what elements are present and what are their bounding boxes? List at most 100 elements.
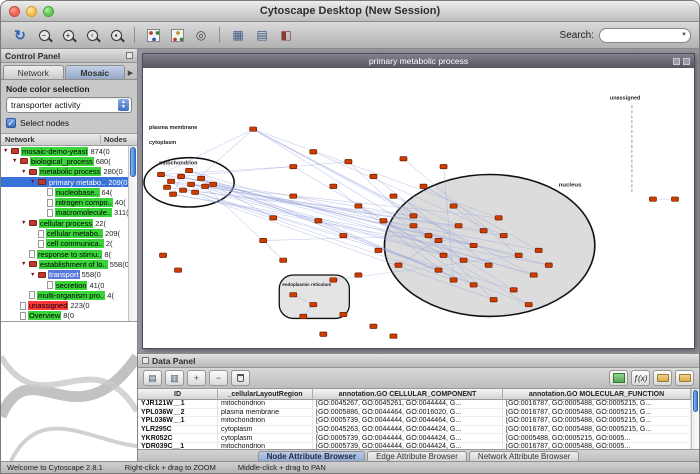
network-canvas[interactable]: plasma membranecytoplasmmitochondrionnuc… — [143, 68, 694, 348]
region-nucleus[interactable] — [384, 174, 594, 316]
refresh-button[interactable]: ↻ — [9, 25, 31, 46]
tree-row-cell-communica[interactable]: cell communica..2( — [1, 239, 128, 249]
graph-node[interactable] — [480, 229, 487, 233]
save-folder-button[interactable] — [675, 370, 694, 386]
search-combo[interactable]: ▼ — [599, 28, 691, 43]
graph-node[interactable] — [671, 197, 678, 201]
network-frame-titlebar[interactable]: primary metabolic process — [143, 54, 694, 68]
expand-arrow-icon[interactable]: ▼ — [3, 148, 11, 154]
table-row[interactable]: YKR052Ccytoplasm[GO:0005739, GO:0044444,… — [138, 434, 691, 443]
network-modify-button[interactable] — [166, 25, 188, 46]
graph-node[interactable] — [310, 150, 317, 154]
tree-scrollbar-thumb[interactable] — [130, 147, 136, 177]
formula-builder-button[interactable]: ƒ(x) — [631, 370, 650, 386]
table-row[interactable]: YDR039C__1mitochondrion[GO:0005739, GO:0… — [138, 443, 691, 449]
new-attribute-button[interactable]: + — [187, 370, 206, 386]
attribute-layout-button[interactable]: ▤ — [251, 25, 273, 46]
graph-node[interactable] — [188, 182, 195, 186]
grid-layout-button[interactable]: ▦ — [227, 25, 249, 46]
graph-node[interactable] — [425, 233, 432, 237]
expand-arrow-icon[interactable]: ▼ — [30, 272, 38, 278]
graph-node[interactable] — [345, 159, 352, 163]
tab-overflow-icon[interactable]: ▶ — [126, 69, 135, 79]
graph-node[interactable] — [330, 278, 337, 282]
graph-node[interactable] — [435, 268, 442, 272]
graph-node[interactable] — [290, 293, 297, 297]
column-header-nodes[interactable]: Nodes — [101, 135, 137, 144]
zoom-out-button[interactable]: − — [33, 25, 55, 46]
tree-row-multi-organism-pro[interactable]: multi-organism pro..4( — [1, 290, 128, 300]
column-header-network[interactable]: Network — [1, 135, 101, 144]
graph-node[interactable] — [435, 238, 442, 242]
tree-row-primary-metabo[interactable]: ▼primary metabo..209(0 — [1, 177, 128, 187]
graph-node[interactable] — [270, 216, 277, 220]
tree-row-cellular-metabo[interactable]: cellular metabo..209( — [1, 228, 128, 238]
zoom-button[interactable] — [43, 6, 54, 17]
birdseye-button[interactable]: ◎ — [190, 25, 212, 46]
graph-node[interactable] — [495, 216, 502, 220]
tree-row-biological-process[interactable]: ▼biological_process680( — [1, 156, 128, 166]
column-header[interactable]: ID — [138, 389, 218, 399]
dropdown-arrows-icon[interactable]: ▲▼ — [118, 99, 129, 111]
zoom-fit-button[interactable]: ▪ — [105, 25, 127, 46]
tree-scrollbar[interactable] — [128, 146, 137, 321]
tab-network[interactable]: Network — [3, 65, 64, 79]
graph-node[interactable] — [390, 194, 397, 198]
tree-row-unassigned[interactable]: unassigned223(0 — [1, 300, 128, 310]
graph-node[interactable] — [420, 184, 427, 188]
graph-node[interactable] — [310, 302, 317, 306]
expand-arrow-icon[interactable]: ▼ — [21, 220, 29, 226]
graph-node[interactable] — [260, 238, 267, 242]
graph-node[interactable] — [510, 288, 517, 292]
table-row[interactable]: YLR295Ccytoplasm[GO:0045263, GO:0044444,… — [138, 426, 691, 435]
float-data-panel-icon[interactable] — [142, 357, 149, 364]
tree-row-cellular-process[interactable]: ▼cellular process22( — [1, 218, 128, 228]
graph-node[interactable] — [470, 283, 477, 287]
graph-node[interactable] — [340, 312, 347, 316]
graph-node[interactable] — [186, 168, 193, 172]
zoom-region-button[interactable]: ▫ — [81, 25, 103, 46]
graph-node[interactable] — [400, 157, 407, 161]
graph-node[interactable] — [355, 273, 362, 277]
tree-row-transport[interactable]: ▼transport558(0 — [1, 270, 128, 280]
graph-node[interactable] — [164, 185, 171, 189]
expand-arrow-icon[interactable]: ▼ — [12, 158, 20, 164]
window-titlebar[interactable]: Cytoscape Desktop (New Session) — [1, 1, 699, 22]
graph-node[interactable] — [649, 197, 656, 201]
graph-node[interactable] — [170, 192, 177, 196]
graph-node[interactable] — [175, 268, 182, 272]
expand-arrow-icon[interactable]: ▼ — [21, 261, 29, 267]
graph-node[interactable] — [470, 243, 477, 247]
vizmapper-button[interactable]: ◧ — [275, 25, 297, 46]
import-table-button[interactable] — [609, 370, 628, 386]
tree-row-secretion[interactable]: secretion41(0 — [1, 280, 128, 290]
maximize-frame-icon[interactable] — [683, 58, 690, 65]
network-overview-button[interactable] — [142, 25, 164, 46]
graph-node[interactable] — [340, 233, 347, 237]
graph-node[interactable] — [178, 174, 185, 178]
delete-attribute-button[interactable]: − — [209, 370, 228, 386]
birdseye-panel[interactable] — [1, 322, 137, 461]
graph-node[interactable] — [440, 253, 447, 257]
graph-node[interactable] — [158, 172, 165, 176]
graph-node[interactable] — [355, 204, 362, 208]
table-row[interactable]: YPL036W__2plasma membrane[GO:0005886, GO… — [138, 409, 691, 418]
graph-node[interactable] — [320, 332, 327, 336]
graph-node[interactable] — [500, 233, 507, 237]
column-header[interactable]: _cellularLayoutRegion — [218, 389, 313, 399]
graph-node[interactable] — [160, 253, 167, 257]
tree-row-mosaic-demo-yeast[interactable]: ▼mosaic-demo-yeast874(0 — [1, 146, 128, 156]
column-header[interactable]: annotation.GO MOLECULAR_FUNCTION — [503, 389, 691, 399]
float-panel-icon[interactable] — [126, 52, 133, 59]
graph-node[interactable] — [370, 324, 377, 328]
graph-node[interactable] — [545, 263, 552, 267]
trash-button[interactable] — [231, 370, 250, 386]
search-input[interactable] — [603, 29, 681, 41]
table-row[interactable]: YPL036W__1mitochondrion[GO:0005739, GO:0… — [138, 417, 691, 426]
tree-row-macromolecule[interactable]: macromolecule..311(0 — [1, 208, 128, 218]
graph-node[interactable] — [450, 204, 457, 208]
graph-node[interactable] — [330, 184, 337, 188]
graph-node[interactable] — [280, 258, 287, 262]
tree-row-metabolic-process[interactable]: ▼metabolic process280(0 — [1, 167, 128, 177]
graph-node[interactable] — [440, 164, 447, 168]
